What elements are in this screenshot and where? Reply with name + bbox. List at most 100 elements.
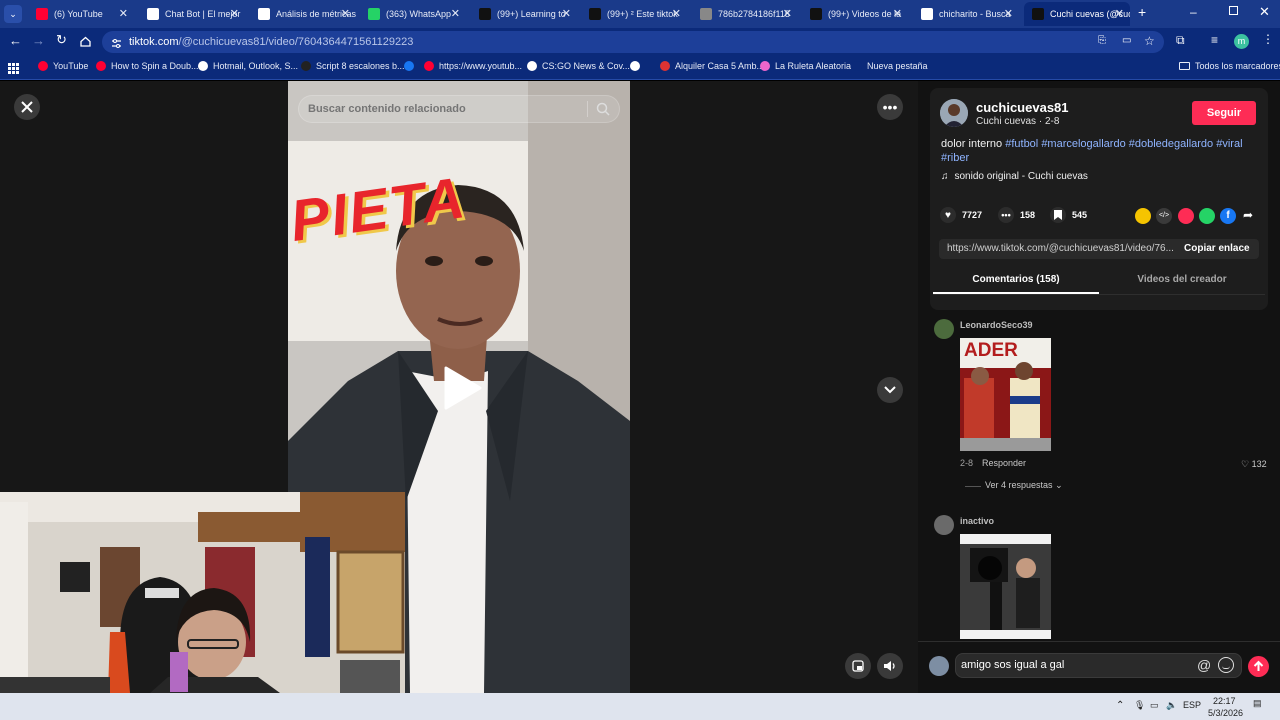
input-language[interactable]: ESP [1183, 700, 1201, 710]
comment-avatar[interactable] [934, 515, 954, 535]
clock-date[interactable]: 5/3/2026 [1208, 708, 1243, 718]
close-tab-icon[interactable]: ✕ [230, 7, 239, 20]
close-tab-icon[interactable]: ✕ [119, 7, 128, 20]
profile-avatar[interactable]: m [1234, 34, 1249, 49]
bookmark-item[interactable]: Alquiler Casa 5 Amb... [660, 61, 764, 71]
apps-grid-icon[interactable] [8, 61, 19, 74]
hashtag-link[interactable]: #futbol [1005, 138, 1038, 150]
search-icon[interactable] [596, 102, 610, 116]
comment-media[interactable] [960, 534, 1051, 639]
comment-media[interactable]: ADER [960, 338, 1051, 451]
tab-comments[interactable]: Comentarios (158) [933, 274, 1099, 292]
site-info-icon[interactable] [111, 36, 122, 48]
media-controls-icon[interactable]: ≡ [1211, 33, 1218, 47]
bookmark-item[interactable]: YouTube [38, 61, 88, 71]
sound-link[interactable]: ♫ sonido original - Cuchi cuevas [941, 171, 1088, 182]
bookmark-item[interactable] [630, 61, 645, 71]
all-bookmarks-folder[interactable]: Todos los marcadores [1179, 61, 1280, 71]
microphone-icon[interactable]: 🎙 [1134, 700, 1145, 711]
back-icon[interactable]: ← [9, 33, 22, 48]
close-tab-icon[interactable]: ✕ [562, 7, 571, 20]
play-icon[interactable] [442, 366, 482, 410]
comment-username[interactable]: LeonardoSeco39 [960, 320, 1033, 330]
repost-icon[interactable] [1135, 208, 1151, 224]
floating-player-button[interactable] [845, 653, 871, 679]
hashtag-link[interactable]: #viral [1216, 138, 1242, 150]
new-tab-icon[interactable]: + [1138, 4, 1146, 20]
bookmark-item[interactable]: How to Spin a Doub... [96, 61, 199, 71]
volume-button[interactable] [877, 653, 903, 679]
minimize-icon[interactable]: – [1190, 5, 1197, 19]
browser-menu-icon[interactable]: ⋮ [1262, 32, 1274, 46]
close-tab-icon[interactable]: ✕ [451, 7, 460, 20]
notifications-icon[interactable]: ▤ [1253, 698, 1262, 709]
hashtag-link[interactable]: #dobledegallardo [1129, 138, 1213, 150]
restore-icon[interactable] [1229, 6, 1238, 15]
tray-overflow-icon[interactable]: ⌃ [1116, 700, 1124, 711]
comment-like-button[interactable]: ♡ 132 [1241, 459, 1267, 470]
bookmark-item[interactable]: La Ruleta Aleatoria [760, 61, 851, 71]
browser-tab[interactable]: chicharito - Busca ✕ [913, 2, 1019, 26]
bookmark-item[interactable] [404, 61, 419, 71]
bookmark-item[interactable]: https://www.youtub... [424, 61, 522, 71]
comment-username[interactable]: inactivo [960, 516, 994, 526]
browser-tab[interactable]: 786b2784186f115 ✕ [692, 2, 798, 26]
copy-link-button[interactable]: Copiar enlace [1184, 243, 1250, 254]
embed-icon[interactable]: </> [1156, 208, 1172, 224]
browser-tab[interactable]: (99+) Videos de la ✕ [802, 2, 908, 26]
comment-input[interactable]: amigo sos igual a gal [961, 659, 1064, 671]
clock-time[interactable]: 22:17 [1213, 696, 1236, 706]
close-tab-icon[interactable]: ✕ [341, 7, 350, 20]
close-tab-icon[interactable]: ✕ [783, 7, 792, 20]
bookmark-item[interactable]: Script 8 escalones b... [301, 61, 405, 71]
browser-tab[interactable]: (6) YouTube ✕ [28, 2, 134, 26]
browser-tab[interactable]: (363) WhatsApp ✕ [360, 2, 466, 26]
address-bar[interactable]: tiktok.com/@cuchicuevas81/video/76043644… [102, 31, 1164, 53]
comment-avatar[interactable] [934, 319, 954, 339]
comment-input-box[interactable]: amigo sos igual a gal @ [955, 653, 1242, 678]
translate-icon[interactable]: ⎘ [1098, 35, 1106, 46]
send-to-friends-icon[interactable] [1178, 208, 1194, 224]
close-tab-icon[interactable]: ✕ [1115, 7, 1124, 20]
cast-icon[interactable]: ▭ [1122, 35, 1131, 46]
facebook-share-icon[interactable]: f [1220, 208, 1236, 224]
whatsapp-share-icon[interactable] [1199, 208, 1215, 224]
close-tab-icon[interactable]: ✕ [1004, 7, 1013, 20]
related-search-bar[interactable] [298, 95, 620, 123]
like-button[interactable]: ♥ 7727 [940, 207, 982, 223]
close-tab-icon[interactable]: ✕ [672, 7, 681, 20]
reload-icon[interactable]: ↻ [56, 32, 67, 48]
close-tab-icon[interactable]: ✕ [893, 7, 902, 20]
bookmark-item[interactable]: CS:GO News & Cov... [527, 61, 630, 71]
bookmark-star-icon[interactable]: ☆ [1144, 34, 1155, 48]
close-video-button[interactable] [14, 94, 40, 120]
home-icon[interactable] [80, 34, 91, 47]
follow-button[interactable]: Seguir [1192, 101, 1256, 125]
comment-button[interactable]: ••• 158 [998, 207, 1035, 223]
browser-tab[interactable]: (99+) ² Este tiktok ✕ [581, 2, 687, 26]
mention-icon[interactable]: @ [1197, 657, 1211, 673]
hashtag-link[interactable]: #riber [941, 152, 969, 164]
related-search-input[interactable] [308, 101, 578, 117]
hashtag-link[interactable]: #marcelogallardo [1041, 138, 1125, 150]
author-avatar[interactable] [940, 99, 968, 127]
close-window-icon[interactable]: ✕ [1259, 4, 1270, 20]
forward-icon[interactable]: → [32, 33, 45, 48]
bookmark-item[interactable]: Hotmail, Outlook, S... [198, 61, 298, 71]
post-comment-button[interactable] [1248, 656, 1269, 677]
browser-tab[interactable]: Cuchi cuevas (@cuchi✕ [1024, 2, 1130, 26]
browser-tab[interactable]: Chat Bot | El mejor ✕ [139, 2, 245, 26]
reply-button[interactable]: Responder [982, 458, 1026, 468]
extensions-icon[interactable]: ⧉ [1176, 33, 1185, 48]
tab-creator-videos[interactable]: Videos del creador [1099, 274, 1265, 292]
share-arrow-icon[interactable]: ➦ [1243, 208, 1253, 222]
next-video-button[interactable] [877, 377, 903, 403]
save-button[interactable]: 545 [1050, 207, 1087, 223]
network-icon[interactable]: ▭ [1150, 700, 1159, 711]
browser-tab[interactable]: Análisis de métricas ✕ [250, 2, 356, 26]
tab-search-button[interactable]: ⌄ [4, 5, 22, 23]
author-handle[interactable]: cuchicuevas81 [976, 100, 1069, 115]
more-options-button[interactable]: ••• [877, 94, 903, 120]
browser-tab[interactable]: (99+) Learning to ✕ [471, 2, 577, 26]
emoji-icon[interactable] [1218, 657, 1234, 673]
